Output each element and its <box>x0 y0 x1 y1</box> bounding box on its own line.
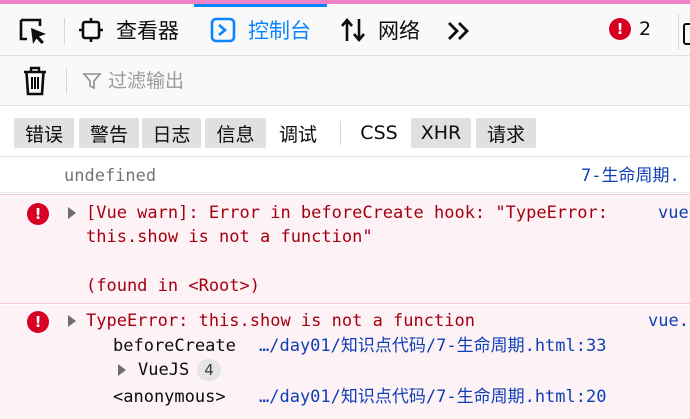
tab-network[interactable]: 网络 <box>340 4 420 56</box>
message-source-link[interactable]: vue. <box>648 309 689 333</box>
stack-group-name[interactable]: VueJS <box>138 358 189 382</box>
level-info-button[interactable]: 信息 <box>205 118 266 148</box>
expand-arrow-icon[interactable] <box>118 364 126 376</box>
console-message-error: ! TypeError: this.show is not a function… <box>0 305 690 420</box>
log-text: undefined <box>64 166 157 186</box>
message-source-link[interactable]: 7-生命周期. <box>581 164 680 188</box>
level-debug-button[interactable]: 调试 <box>268 118 328 148</box>
inspector-icon <box>79 18 103 42</box>
error-icon: ! <box>609 18 631 40</box>
stack-frame-function: beforeCreate <box>113 336 236 356</box>
tab-label: 网络 <box>378 19 420 43</box>
filter-css-button[interactable]: CSS <box>351 118 407 148</box>
error-icon: ! <box>27 203 49 225</box>
stack-group-count: 4 <box>197 359 221 381</box>
filter-bar <box>0 56 690 106</box>
filter-input[interactable] <box>80 66 670 96</box>
console-output: undefined 7-生命周期. ! [Vue warn]: Error in… <box>0 158 690 420</box>
stack-frame-location[interactable]: …/day01/知识点代码/7-生命周期.html:20 <box>259 385 606 409</box>
console-icon <box>210 17 236 43</box>
stack-frame-function: <anonymous> <box>113 387 226 407</box>
error-message-line: (found in <Root>) <box>86 276 260 296</box>
level-logs-button[interactable]: 日志 <box>142 118 201 148</box>
toolbar-divider <box>678 14 679 50</box>
error-message-line: this.show is not a function" <box>86 227 373 247</box>
level-divider <box>340 121 341 145</box>
tab-label: 控制台 <box>248 19 311 43</box>
level-warnings-button[interactable]: 警告 <box>79 118 139 148</box>
tab-inspector[interactable]: 查看器 <box>78 4 179 56</box>
expand-arrow-icon[interactable] <box>68 315 76 327</box>
stack-frame-location[interactable]: …/day01/知识点代码/7-生命周期.html:33 <box>259 334 606 358</box>
console-message-error: ! [Vue warn]: Error in beforeCreate hook… <box>0 194 690 304</box>
error-message-line: [Vue warn]: Error in beforeCreate hook: … <box>86 203 608 223</box>
tab-console[interactable]: 控制台 <box>194 4 327 56</box>
level-errors-button[interactable]: 错误 <box>14 118 74 148</box>
filter-xhr-button[interactable]: XHR <box>411 118 471 148</box>
error-count: 2 <box>639 18 652 40</box>
tab-label: 查看器 <box>116 19 179 43</box>
toolbar-divider <box>66 68 67 94</box>
error-icon: ! <box>27 311 49 333</box>
network-icon <box>341 17 365 43</box>
console-message-log: undefined 7-生命周期. <box>0 158 690 193</box>
filter-requests-button[interactable]: 请求 <box>476 118 536 148</box>
log-level-bar: 错误 警告 日志 信息 调试 CSS XHR 请求 <box>0 107 690 157</box>
expand-arrow-icon[interactable] <box>68 207 76 219</box>
toolbar-divider <box>64 18 65 44</box>
message-source-link[interactable]: vue <box>658 201 689 225</box>
error-message-line: TypeError: this.show is not a function <box>86 311 475 331</box>
devtools-toolbar: 查看器 控制台 网络 ! 2 <box>0 4 690 56</box>
trash-icon[interactable] <box>22 66 48 96</box>
dock-options-icon[interactable] <box>683 23 690 45</box>
element-picker-icon[interactable] <box>18 17 50 45</box>
chevrons-right-icon[interactable] <box>446 18 472 44</box>
error-count-badge[interactable]: ! 2 <box>609 18 651 40</box>
